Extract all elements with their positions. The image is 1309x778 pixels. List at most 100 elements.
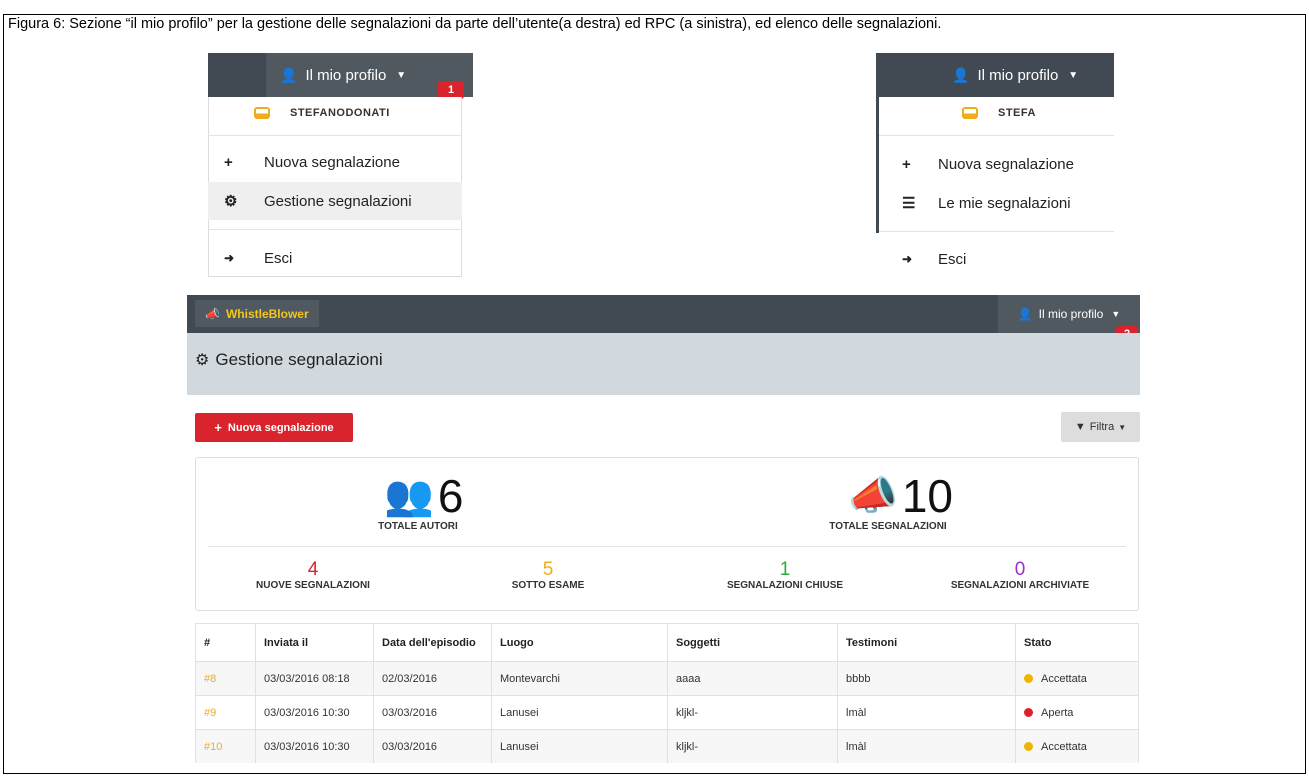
report-id-link[interactable]: #8 <box>195 661 256 696</box>
archived-reports-stat: 0 SEGNALAZIONI ARCHIVIATE <box>951 560 1089 591</box>
menu-item-esci[interactable]: ➜ Esci <box>224 246 462 270</box>
users-icon: 👥 <box>384 474 434 518</box>
table-row[interactable]: #10 03/03/2016 10:30 03/03/2016 Lanusei … <box>195 729 1139 763</box>
episode-date: 03/03/2016 <box>373 729 492 763</box>
dashboard-icon: ⚙ <box>195 352 210 369</box>
stats-panel: 👥 6 TOTALE AUTORI 📣 10 TOTALE SEGNALAZIO… <box>195 457 1139 611</box>
app-window: 📣 WhistleBlower 👤 Il mio profilo ▼ 2 ⚙ G… <box>187 295 1140 763</box>
under-review-stat: 5 SOTTO ESAME <box>512 560 585 591</box>
new-report-label: Nuova segnalazione <box>227 421 334 434</box>
profile-label: Il mio profilo <box>1038 307 1104 321</box>
place: Lanusei <box>491 695 668 730</box>
witnesses: lmàl <box>837 729 1016 763</box>
new-reports-stat: 4 NUOVE SEGNALAZIONI <box>256 560 370 591</box>
table-header-row: # Inviata il Data dell'episodio Luogo So… <box>195 623 1139 662</box>
column-header[interactable]: Data dell'episodio <box>373 623 492 662</box>
menu-item-nuova-segnalazione[interactable]: + Nuova segnalazione <box>224 150 462 174</box>
divider <box>208 229 462 230</box>
sign-out-icon: ➜ <box>902 252 913 266</box>
figure-caption: Figura 6: Sezione “il mio profilo” per l… <box>8 16 942 32</box>
page-title-label: Gestione segnalazioni <box>215 350 383 369</box>
total-authors-label: TOTALE AUTORI <box>378 521 458 532</box>
witnesses: lmàl <box>837 695 1016 730</box>
menu-item-label: Le mie segnalazioni <box>938 194 1071 212</box>
chevron-down-icon: ▼ <box>1111 309 1121 319</box>
plus-icon: + <box>902 155 911 173</box>
menu-item-label: Nuova segnalazione <box>938 155 1074 173</box>
episode-date: 03/03/2016 <box>373 695 492 730</box>
menu-item-nuova-segnalazione[interactable]: + Nuova segnalazione <box>902 152 1114 176</box>
archived-reports-value: 0 <box>1014 559 1026 580</box>
reports-table: # Inviata il Data dell'episodio Luogo So… <box>195 623 1139 763</box>
inbox-icon <box>962 107 978 119</box>
username: STEFA <box>962 107 1036 119</box>
left-edge <box>876 97 879 233</box>
sent-date: 03/03/2016 10:30 <box>255 729 374 763</box>
column-header[interactable]: # <box>195 623 256 662</box>
column-header[interactable]: Inviata il <box>255 623 374 662</box>
menu-item-label: Esci <box>938 250 967 268</box>
top-navbar: 📣 WhistleBlower 👤 Il mio profilo ▼ <box>187 295 1140 333</box>
inbox-icon <box>254 107 270 119</box>
page-header: ⚙ Gestione segnalazioni <box>187 333 1140 395</box>
status-cell: Accettata <box>1015 661 1139 696</box>
witnesses: bbbb <box>837 661 1016 696</box>
status-dot-icon <box>1024 673 1033 683</box>
user-icon: 👤 <box>952 66 970 83</box>
column-header[interactable]: Luogo <box>491 623 668 662</box>
report-id-link[interactable]: #9 <box>195 695 256 730</box>
place: Lanusei <box>491 729 668 763</box>
brand-link[interactable]: 📣 WhistleBlower <box>195 300 319 327</box>
profile-label: Il mio profilo <box>305 66 387 84</box>
dashboard-icon: ⚙ <box>224 193 238 210</box>
sign-out-icon: ➜ <box>224 251 235 265</box>
page-title: ⚙ Gestione segnalazioni <box>195 350 383 370</box>
menu-item-esci[interactable]: ➜ Esci <box>902 247 1114 271</box>
brand-label: WhistleBlower <box>225 306 309 321</box>
under-review-value: 5 <box>542 559 554 580</box>
status-label: Aperta <box>1041 706 1074 719</box>
menu-item-label: Gestione segnalazioni <box>264 192 412 210</box>
username-label: STEFANODONATI <box>290 107 390 119</box>
status-dot-icon <box>1024 707 1033 717</box>
column-header[interactable]: Soggetti <box>667 623 838 662</box>
sent-date: 03/03/2016 10:30 <box>255 695 374 730</box>
profile-label: Il mio profilo <box>977 66 1059 84</box>
menu-item-le-mie-segnalazioni[interactable]: ☰ Le mie segnalazioni <box>902 191 1114 215</box>
chevron-down-icon: ▼ <box>1118 422 1127 432</box>
chevron-down-icon: ▼ <box>396 69 407 81</box>
table-row[interactable]: #9 03/03/2016 10:30 03/03/2016 Lanusei k… <box>195 695 1139 730</box>
report-id-link[interactable]: #10 <box>195 729 256 763</box>
divider <box>879 231 1114 232</box>
bullhorn-icon: 📣 <box>848 474 898 518</box>
divider <box>879 135 1114 136</box>
divider <box>208 546 1126 547</box>
username: STEFANODONATI <box>254 107 390 119</box>
list-icon: ☰ <box>902 195 916 212</box>
closed-reports-stat: 1 SEGNALAZIONI CHIUSE <box>727 560 843 591</box>
menu-item-gestione-segnalazioni[interactable]: ⚙ Gestione segnalazioni <box>208 182 462 220</box>
plus-icon: + <box>214 420 222 435</box>
archived-reports-label: SEGNALAZIONI ARCHIVIATE <box>950 580 1090 591</box>
closed-reports-label: SEGNALAZIONI CHIUSE <box>726 580 844 591</box>
menu-item-label: Esci <box>264 249 293 267</box>
place: Montevarchi <box>491 661 668 696</box>
filter-button[interactable]: ▼ Filtra ▼ <box>1061 412 1140 442</box>
column-header[interactable]: Stato <box>1015 623 1139 662</box>
user-icon: 👤 <box>280 66 298 83</box>
total-reports-value: 10 <box>901 469 953 522</box>
closed-reports-value: 1 <box>779 559 791 580</box>
filter-icon: ▼ <box>1074 421 1086 433</box>
new-report-button[interactable]: + Nuova segnalazione <box>195 413 353 442</box>
username-label: STEFA <box>998 107 1036 119</box>
sent-date: 03/03/2016 08:18 <box>255 661 374 696</box>
left-profile-dropdown: 👤 Il mio profilo ▼ 1 STEFANODONATI + Nuo… <box>208 53 473 277</box>
status-cell: Aperta <box>1015 695 1139 730</box>
column-header[interactable]: Testimoni <box>837 623 1016 662</box>
total-reports-stat: 📣 10 <box>848 472 953 519</box>
right-profile-button[interactable]: 👤 Il mio profilo ▼ <box>938 53 1114 97</box>
user-icon: 👤 <box>1017 307 1033 321</box>
chevron-down-icon: ▼ <box>1068 69 1079 81</box>
table-row[interactable]: #8 03/03/2016 08:18 02/03/2016 Montevarc… <box>195 661 1139 696</box>
subjects: kljkl- <box>667 695 838 730</box>
